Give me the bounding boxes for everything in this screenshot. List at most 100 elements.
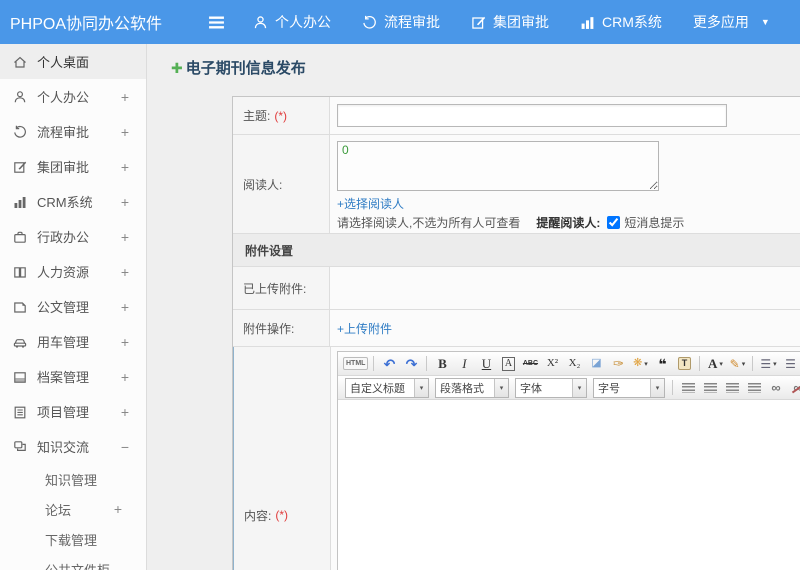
top-nav-item-2[interactable]: 集团审批 (471, 12, 549, 32)
required-mark: (*) (274, 108, 288, 123)
html-source-button[interactable]: HTML (343, 354, 369, 374)
sidebar: 个人桌面 个人办公 + 流程审批 + 集团审批 + CRM系统 + 行政办公 + 人力资源 + 公文管理 +… (0, 44, 147, 570)
sidebar-item-7[interactable]: 公文管理 + (0, 289, 146, 324)
select-value: 段落格式 (440, 382, 484, 395)
expander-icon[interactable]: + (121, 89, 129, 105)
font-size-select[interactable]: 字号 ▾ (593, 377, 665, 398)
expander-icon[interactable]: + (121, 264, 129, 280)
sidebar-item-3[interactable]: 集团审批 + (0, 149, 146, 184)
expander-icon[interactable]: + (121, 229, 129, 245)
content-label-cell: 内容: (*) (234, 347, 331, 570)
sidebar-item-label: 公文管理 (37, 300, 90, 315)
align-center-button[interactable] (700, 378, 720, 398)
sidebar-subitem-3[interactable]: 公共文件柜 (0, 554, 146, 570)
car-icon (13, 335, 27, 349)
paragraph-format-select[interactable]: 段落格式 ▾ (435, 377, 509, 398)
remind-readers-label: 提醒阅读人: (536, 216, 601, 230)
bold-button[interactable]: B (432, 354, 452, 374)
sidebar-subitem-label: 论坛 (45, 502, 72, 518)
sidebar-item-6[interactable]: 人力资源 + (0, 254, 146, 289)
readers-label: 阅读人: (243, 177, 283, 192)
subject-input[interactable] (337, 104, 727, 127)
undo-button[interactable]: ↶ (379, 354, 399, 374)
chevron-down-icon: ▾ (414, 378, 428, 397)
custom-heading-select[interactable]: 自定义标题 ▾ (345, 377, 429, 398)
sidebar-item-9[interactable]: 档案管理 + (0, 359, 146, 394)
sidebar-item-1[interactable]: 个人办公 + (0, 79, 146, 114)
expander-icon[interactable]: + (121, 334, 129, 350)
font-color-button[interactable]: A ▾ (705, 354, 725, 374)
history-icon (362, 15, 377, 30)
person-icon (13, 90, 27, 104)
align-justify-button[interactable] (744, 378, 764, 398)
sidebar-item-10[interactable]: 项目管理 + (0, 394, 146, 429)
format-painter-button[interactable]: ✑ (608, 354, 628, 374)
blockquote-button[interactable]: ❝ (652, 354, 672, 374)
sidebar-item-2[interactable]: 流程审批 + (0, 114, 146, 149)
ordered-list-button[interactable]: ☰ ▾ (758, 354, 778, 374)
sidebar-item-label: 个人办公 (37, 90, 90, 105)
sidebar-item-8[interactable]: 用车管理 + (0, 324, 146, 359)
publish-form: 主题: (*) 阅读人: 0 +选择阅读人 请选择阅读人,不选为所有人可查看 提… (232, 96, 800, 570)
unordered-list-button[interactable]: ☰ (780, 354, 800, 374)
align-left-button[interactable] (678, 378, 698, 398)
eraser-button[interactable]: ◪ (586, 354, 606, 374)
select-value: 字体 (520, 382, 542, 395)
sidebar-subitem-1[interactable]: 论坛 + (0, 494, 146, 524)
font-family-select[interactable]: 字体 ▾ (515, 377, 587, 398)
expander-icon[interactable]: + (121, 159, 129, 175)
strikethrough-button[interactable]: ABC (520, 354, 540, 374)
top-nav-item-0[interactable]: 个人办公 (253, 12, 331, 32)
expander-icon[interactable]: + (121, 404, 129, 420)
expander-icon[interactable]: + (121, 194, 129, 210)
uploaded-attachments-label-cell: 已上传附件: (233, 267, 330, 309)
expander-icon[interactable]: + (121, 124, 129, 140)
sidebar-item-5[interactable]: 行政办公 + (0, 219, 146, 254)
top-nav-item-1[interactable]: 流程审批 (362, 12, 440, 32)
italic-button[interactable]: I (454, 354, 474, 374)
sidebar-item-11[interactable]: 知识交流 − (0, 429, 146, 464)
sidebar-subitem-2[interactable]: 下载管理 (0, 524, 146, 554)
page-title: 电子期刊信息发布 (185, 60, 306, 77)
sidebar-subitem-label: 下载管理 (45, 532, 98, 548)
top-nav: 个人办公 流程审批 集团审批 CRM系统 更多应用 ▼ (253, 12, 800, 32)
upload-attachment-link[interactable]: +上传附件 (337, 320, 800, 337)
archive-icon (13, 370, 27, 384)
font-border-button[interactable]: A (498, 354, 518, 374)
top-nav-item-3[interactable]: CRM系统 (580, 12, 662, 32)
sidebar-subitem-0[interactable]: 知识管理 (0, 464, 146, 494)
chart-icon (13, 195, 27, 209)
sidebar-item-label: 项目管理 (37, 405, 90, 420)
readers-textarea[interactable]: 0 (337, 141, 659, 191)
sms-notify-label: 短消息提示 (624, 216, 685, 230)
chart-icon (580, 15, 595, 30)
readers-hint: 请选择阅读人,不选为所有人可查看 (337, 216, 521, 230)
sidebar-item-0[interactable]: 个人桌面 (0, 44, 146, 79)
top-nav-item-4[interactable]: 更多应用 ▼ (693, 12, 770, 32)
editor-content-area[interactable] (338, 400, 800, 570)
subscript-button[interactable]: X₂ (564, 354, 584, 374)
unlink-button[interactable]: ∞ (788, 378, 800, 398)
auto-typeset-button[interactable]: ❋ ▾ (630, 354, 650, 374)
superscript-button[interactable]: X² (542, 354, 562, 374)
sidebar-item-4[interactable]: CRM系统 + (0, 184, 146, 219)
uploaded-attachments-row: 已上传附件: (233, 267, 800, 310)
redo-button[interactable]: ↷ (401, 354, 421, 374)
expander-icon[interactable]: + (121, 299, 129, 315)
paste-as-text-button[interactable]: T (674, 354, 694, 374)
attachment-actions-label-cell: 附件操作: (233, 310, 330, 346)
toolbar-separator (672, 380, 673, 395)
expander-icon[interactable]: + (121, 369, 129, 385)
sms-notify-checkbox[interactable] (607, 216, 621, 229)
highlight-color-button[interactable]: ✎ ▾ (727, 354, 747, 374)
align-right-button[interactable] (722, 378, 742, 398)
home-icon (13, 55, 27, 69)
menu-icon[interactable] (208, 15, 225, 30)
rich-text-editor: HTML ↶ ↷ B I U A ABC X² X₂ ◪ ✑ ❋ ▾ ❝ T A ▾ ✎ ▾ ☰ ▾ ☰ 自定义标题 ▾ 段落格… (337, 351, 800, 570)
expander-icon[interactable]: + (114, 501, 122, 517)
content-label: 内容: (244, 508, 272, 523)
select-readers-link[interactable]: +选择阅读人 (337, 197, 404, 211)
underline-button[interactable]: U (476, 354, 496, 374)
link-button[interactable]: ∞ (766, 378, 786, 398)
expander-icon[interactable]: − (121, 439, 129, 455)
